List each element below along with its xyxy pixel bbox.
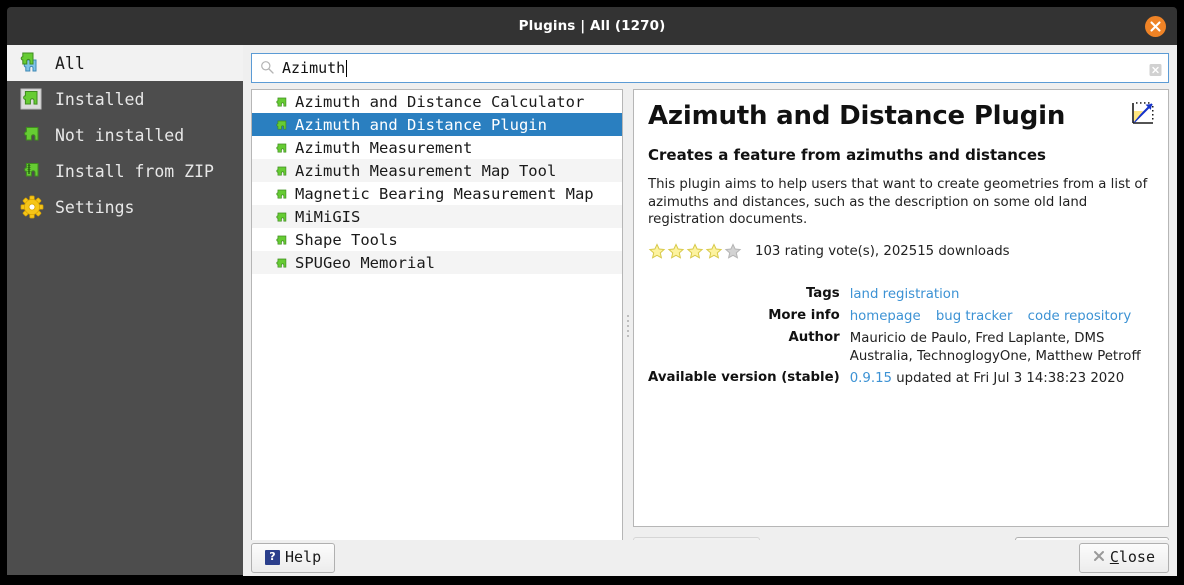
star-filled-icon — [667, 243, 685, 261]
meta-value: homepage bug tracker code repository — [850, 308, 1154, 330]
meta-value: land registration — [850, 286, 1154, 308]
star-filled-icon — [648, 243, 666, 261]
window-title: Plugins | All (1270) — [7, 7, 1177, 45]
sidebar-item-label: Install from ZIP — [55, 162, 214, 181]
azimuth-angle-icon — [1130, 100, 1156, 126]
clear-icon[interactable] — [1149, 62, 1162, 75]
list-item[interactable]: SPUGeo Memorial — [252, 251, 622, 274]
sidebar-item-label: Settings — [55, 198, 134, 217]
close-mnemonic: C — [1110, 548, 1119, 566]
sidebar-item-label: All — [55, 54, 85, 73]
close-label: Close — [1110, 549, 1155, 566]
puzzle-not-installed-icon — [19, 122, 45, 148]
search-input[interactable]: Azimuth — [251, 53, 1169, 83]
sidebar-item-label: Installed — [55, 90, 144, 109]
help-label: Help — [285, 549, 321, 566]
plugin-name: MiMiGIS — [295, 208, 360, 226]
plugin-description: This plugin aims to help users that want… — [648, 176, 1154, 229]
meta-label: More info — [648, 308, 850, 330]
search-input-value: Azimuth — [282, 59, 345, 77]
splitter-grip — [627, 315, 629, 343]
star-filled-icon — [705, 243, 723, 261]
bug-tracker-link[interactable]: bug tracker — [936, 309, 1013, 324]
list-item[interactable]: Azimuth Measurement — [252, 136, 622, 159]
table-row: Author Mauricio de Paulo, Fred Laplante,… — [648, 330, 1154, 370]
author-value: Mauricio de Paulo, Fred Laplante, DMS Au… — [850, 330, 1154, 370]
search-row: Azimuth — [251, 53, 1169, 83]
sidebar-item-install-from-zip[interactable]: Install from ZIP — [7, 153, 243, 189]
meta-label: Tags — [648, 286, 850, 308]
question-icon: ? — [265, 550, 280, 565]
plugin-list[interactable]: Azimuth and Distance Calculator Azimuth … — [251, 89, 623, 569]
sidebar-item-settings[interactable]: Settings — [7, 189, 243, 225]
meta-label: Author — [648, 330, 850, 370]
version-updated-text: updated at Fri Jul 3 14:38:23 2020 — [896, 371, 1124, 386]
star-empty-icon — [724, 243, 742, 261]
x-icon — [1093, 549, 1105, 566]
list-item[interactable]: Azimuth and Distance Calculator — [252, 90, 622, 113]
plugin-manager-window: Plugins | All (1270) All — [0, 0, 1184, 585]
detail-column: Azimuth and Distance Plugin Creates a fe… — [633, 89, 1169, 569]
sidebar-item-installed[interactable]: Installed — [7, 81, 243, 117]
puzzle-icon — [274, 164, 288, 178]
puzzle-zip-icon — [19, 158, 45, 184]
page-title: Azimuth and Distance Plugin — [648, 102, 1108, 132]
puzzle-icon — [274, 118, 288, 132]
list-item[interactable]: Shape Tools — [252, 228, 622, 251]
dialog-button-bar: ? Help Close — [243, 540, 1177, 576]
puzzle-icon — [274, 141, 288, 155]
meta-value: 0.9.15 updated at Fri Jul 3 14:38:23 202… — [850, 370, 1154, 392]
puzzle-installed-icon — [19, 86, 45, 112]
table-row: More info homepage bug tracker code repo… — [648, 308, 1154, 330]
plugin-name: Azimuth Measurement Map Tool — [295, 162, 556, 180]
meta-label: Available version (stable) — [648, 370, 850, 392]
close-label-rest: lose — [1119, 548, 1155, 566]
rating-row: 103 rating vote(s), 202515 downloads — [648, 243, 1154, 261]
sidebar-item-not-installed[interactable]: Not installed — [7, 117, 243, 153]
puzzle-icon — [274, 233, 288, 247]
window-body: All Installed Not installed — [7, 45, 1177, 575]
tag-link[interactable]: land registration — [850, 287, 960, 302]
plugin-name: Azimuth and Distance Plugin — [295, 116, 547, 134]
puzzle-icon — [274, 187, 288, 201]
main-split: Azimuth and Distance Calculator Azimuth … — [251, 89, 1169, 569]
close-icon — [1145, 16, 1166, 37]
puzzle-icon — [274, 256, 288, 270]
list-item[interactable]: Azimuth Measurement Map Tool — [252, 159, 622, 182]
star-filled-icon — [686, 243, 704, 261]
sidebar: All Installed Not installed — [7, 45, 243, 575]
version-link[interactable]: 0.9.15 — [850, 371, 892, 386]
text-caret — [346, 60, 347, 77]
splitter-handle[interactable] — [623, 89, 633, 569]
plugin-name: Azimuth Measurement — [295, 139, 472, 157]
plugin-name: Shape Tools — [295, 231, 398, 249]
rating-stars — [648, 243, 743, 261]
sidebar-item-all[interactable]: All — [7, 45, 243, 81]
rating-text: 103 rating vote(s), 202515 downloads — [755, 244, 1010, 259]
plugin-metadata-table: Tags land registration More info homepag… — [648, 286, 1154, 392]
puzzle-icon — [274, 95, 288, 109]
plugin-name: Azimuth and Distance Calculator — [295, 93, 584, 111]
puzzle-all-icon — [19, 50, 45, 76]
window-close-button[interactable] — [1145, 16, 1166, 37]
code-repository-link[interactable]: code repository — [1028, 309, 1132, 324]
right-pane: Azimuth Azimuth an — [243, 45, 1177, 575]
table-row: Available version (stable) 0.9.15 update… — [648, 370, 1154, 392]
list-item[interactable]: Magnetic Bearing Measurement Map — [252, 182, 622, 205]
sidebar-item-label: Not installed — [55, 126, 184, 145]
help-button[interactable]: ? Help — [251, 543, 335, 573]
gear-icon — [19, 194, 45, 220]
homepage-link[interactable]: homepage — [850, 309, 921, 324]
list-item-selected[interactable]: Azimuth and Distance Plugin — [252, 113, 622, 136]
search-icon — [260, 59, 276, 78]
titlebar: Plugins | All (1270) — [7, 7, 1177, 45]
puzzle-icon — [274, 210, 288, 224]
plugin-name: SPUGeo Memorial — [295, 254, 435, 272]
table-row: Tags land registration — [648, 286, 1154, 308]
plugin-about: Creates a feature from azimuths and dist… — [648, 146, 1154, 164]
close-button[interactable]: Close — [1079, 543, 1169, 573]
plugin-name: Magnetic Bearing Measurement Map — [295, 185, 594, 203]
plugin-details-panel: Azimuth and Distance Plugin Creates a fe… — [633, 89, 1169, 527]
list-item[interactable]: MiMiGIS — [252, 205, 622, 228]
